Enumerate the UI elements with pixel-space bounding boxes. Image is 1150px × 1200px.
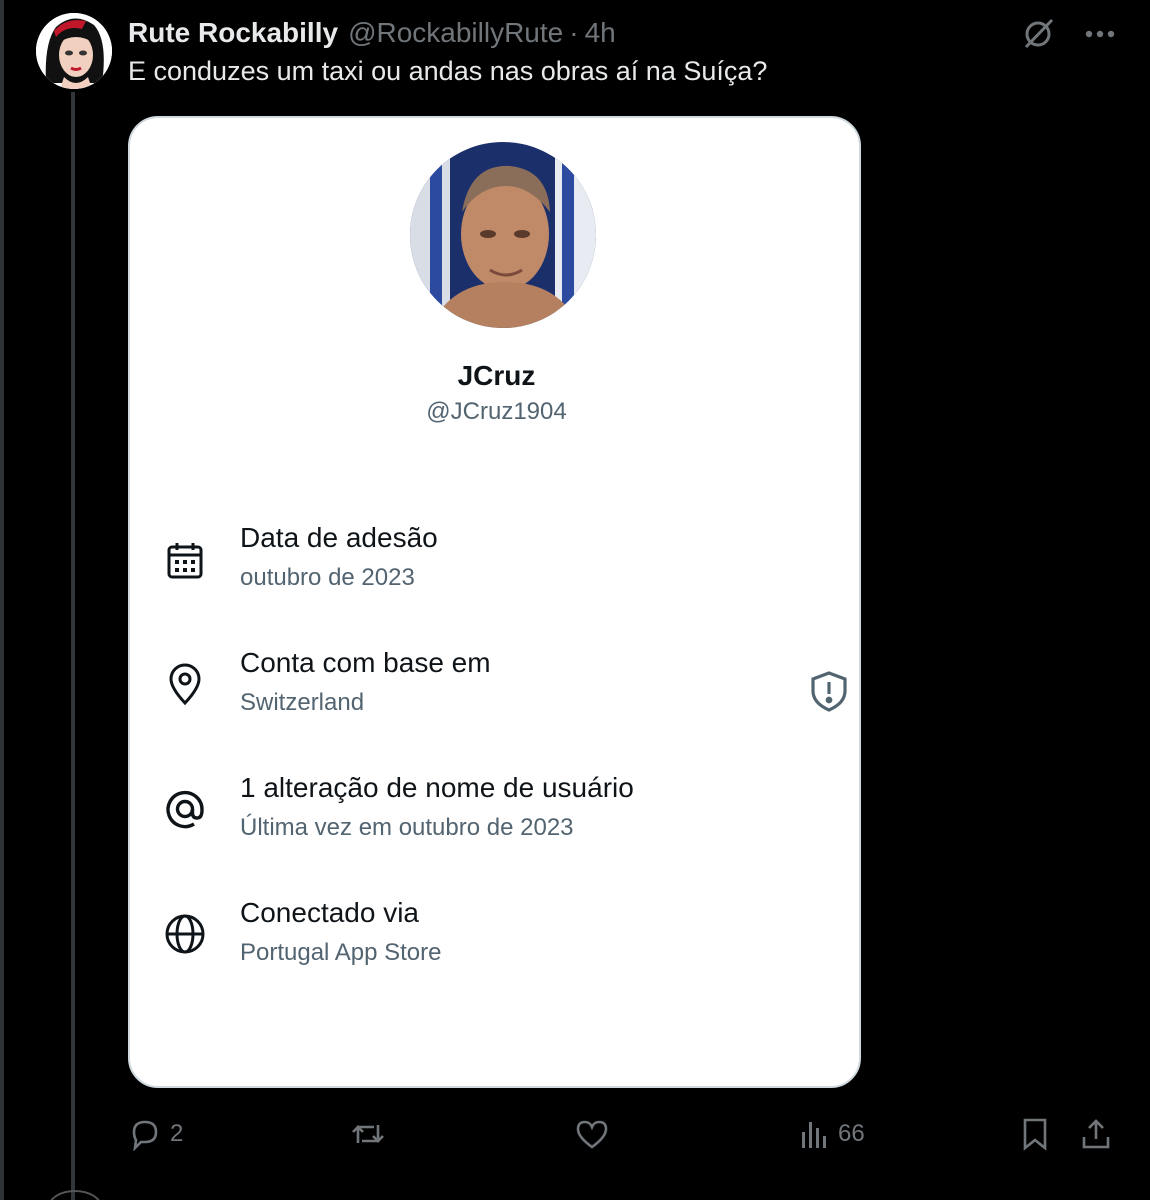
at-sign-icon xyxy=(160,784,210,834)
attached-image-card[interactable]: JCruz @JCruz1904 Data de adesão outubro … xyxy=(128,116,861,1088)
author-display-name[interactable]: Rute Rockabilly xyxy=(128,17,338,49)
bookmark-button[interactable] xyxy=(1020,1112,1050,1156)
more-options-icon[interactable] xyxy=(1080,14,1120,54)
next-tweet-avatar[interactable] xyxy=(48,1190,102,1200)
reply-count: 2 xyxy=(170,1120,184,1147)
info-subtitle: Portugal App Store xyxy=(240,939,442,966)
share-button[interactable] xyxy=(1080,1112,1112,1156)
location-pin-icon xyxy=(160,659,210,709)
tweet-action-bar: 2 66 xyxy=(0,1112,1150,1158)
info-subtitle: Switzerland xyxy=(240,689,365,716)
author-avatar[interactable] xyxy=(36,13,112,89)
profile-photo xyxy=(410,142,596,328)
info-row-connected-via: Conectado via Portugal App Store xyxy=(130,897,859,987)
author-handle[interactable]: @RockabillyRute xyxy=(348,17,563,49)
info-title: Conta com base em xyxy=(240,647,491,678)
info-row-username-changes: 1 alteração de nome de usuário Última ve… xyxy=(130,772,859,862)
info-title: 1 alteração de nome de usuário xyxy=(240,772,634,803)
views-count: 66 xyxy=(838,1120,865,1147)
tweet-timestamp[interactable]: 4h xyxy=(585,17,616,49)
tweet-header: Rute Rockabilly @RockabillyRute · 4h xyxy=(128,14,616,52)
profile-name: JCruz xyxy=(457,360,536,391)
tweet-page: Rute Rockabilly @RockabillyRute · 4h E c… xyxy=(0,0,1150,1200)
grok-icon[interactable] xyxy=(1018,14,1058,54)
info-title: Conectado via xyxy=(240,897,420,928)
thread-line xyxy=(71,92,75,1200)
shield-alert-icon[interactable] xyxy=(807,669,851,713)
profile-handle: @JCruz1904 xyxy=(426,398,567,425)
views-button[interactable]: 66 xyxy=(800,1112,865,1156)
reply-button[interactable]: 2 xyxy=(128,1112,183,1156)
tweet-text: E conduzes um taxi ou andas nas obras aí… xyxy=(128,56,768,86)
calendar-icon xyxy=(160,536,210,586)
info-row-join-date: Data de adesão outubro de 2023 xyxy=(130,522,859,612)
like-button[interactable] xyxy=(574,1112,610,1156)
repost-button[interactable] xyxy=(350,1112,386,1156)
info-title: Data de adesão xyxy=(240,522,438,553)
separator-dot: · xyxy=(569,17,579,48)
column-border xyxy=(0,0,4,1200)
info-subtitle: Última vez em outubro de 2023 xyxy=(240,814,574,841)
info-row-account-location: Conta com base em Switzerland xyxy=(130,647,859,737)
tweet-top-actions xyxy=(1018,14,1120,54)
info-subtitle: outubro de 2023 xyxy=(240,564,415,591)
globe-icon xyxy=(160,909,210,959)
